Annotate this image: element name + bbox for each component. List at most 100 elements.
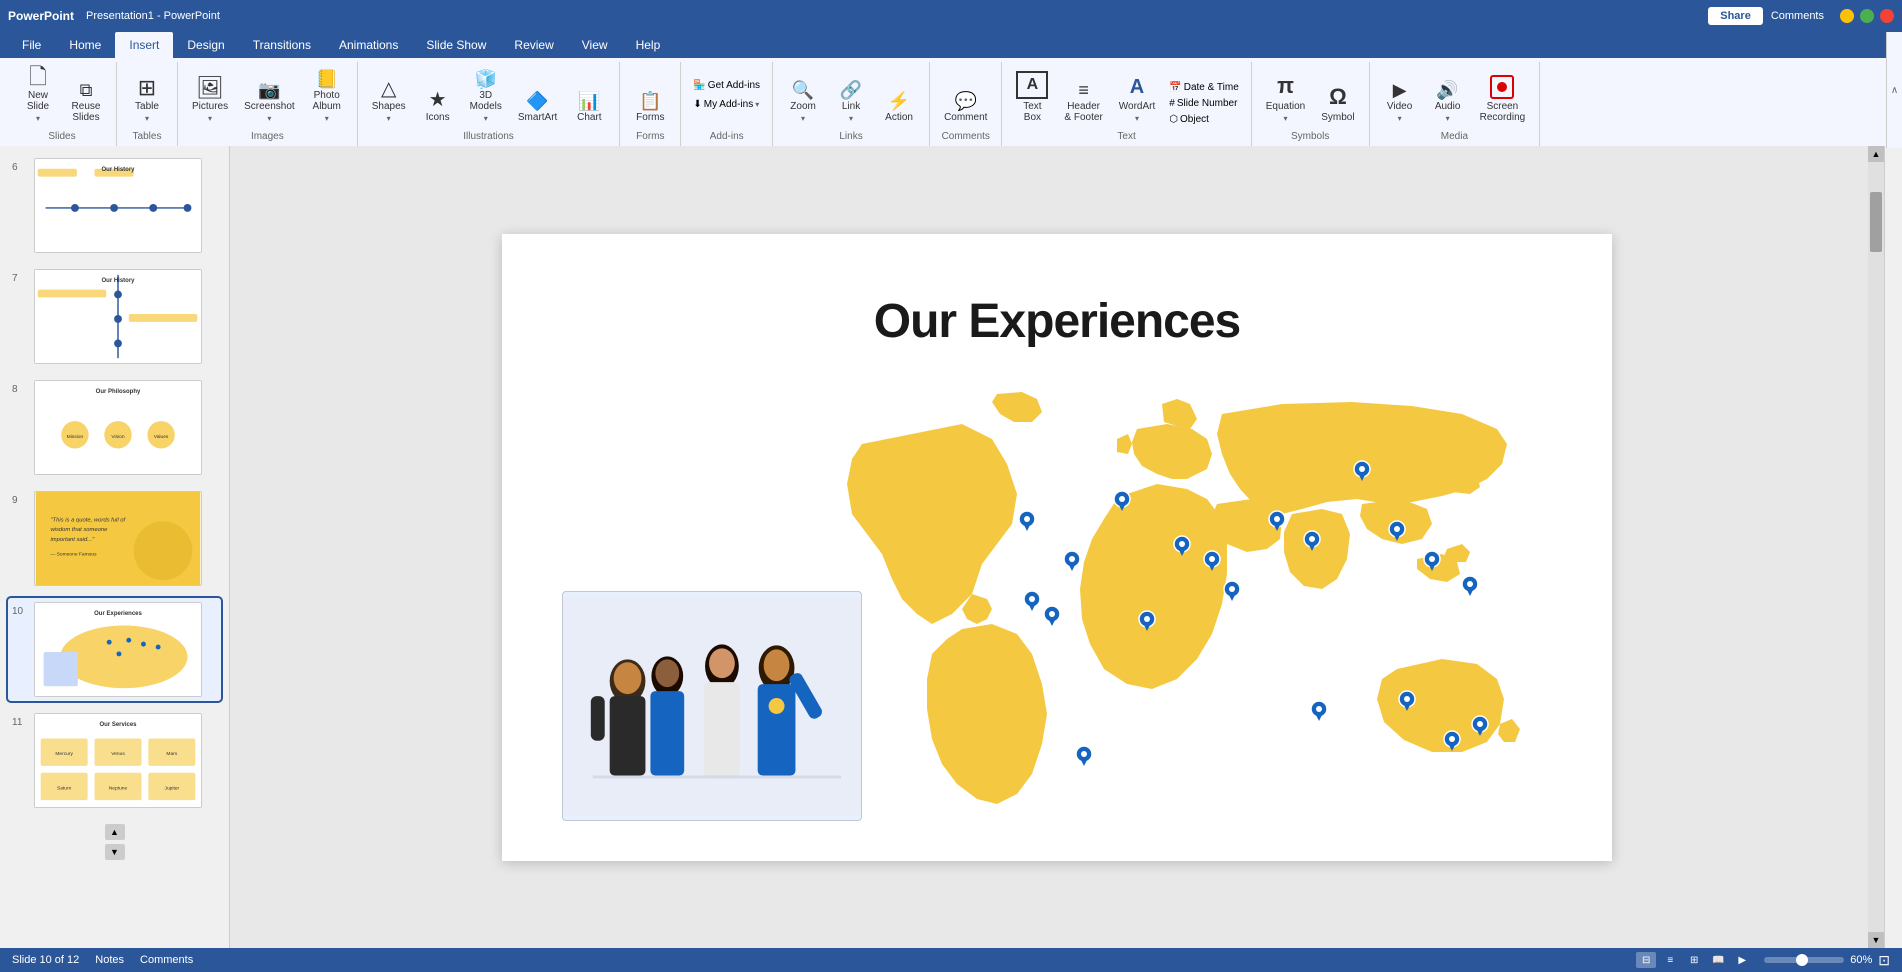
normal-view-button[interactable]: ⊟ [1636, 952, 1656, 968]
screenshot-button[interactable]: 📷 Screenshot ▾ [238, 77, 301, 127]
slide-thumb-6[interactable]: 6 Our History [8, 154, 221, 257]
slide-thumb-9[interactable]: 9 "This is a quote, words full of wisdom… [8, 487, 221, 590]
zoom-thumb [1796, 954, 1808, 966]
group-comments-label: Comments [942, 131, 990, 142]
zoom-fit-button[interactable]: ⊡ [1878, 952, 1890, 969]
date-time-button[interactable]: 📅 Date & Time [1165, 80, 1242, 95]
zoom-button[interactable]: 🔍 Zoom ▾ [781, 77, 825, 127]
group-tables: ⊞ Table ▾ Tables [117, 62, 178, 146]
object-button[interactable]: ⬡ Object [1165, 112, 1242, 127]
close-button[interactable] [1880, 9, 1894, 23]
group-text: A TextBox ≡ Header& Footer A WordArt ▾ 📅… [1002, 62, 1251, 146]
maximize-button[interactable] [1860, 9, 1874, 23]
my-add-ins-button[interactable]: ⬇ My Add-ins ▾ [689, 97, 763, 112]
scroll-up-arrow[interactable]: ▲ [1868, 146, 1884, 162]
object-icon: ⬡ [1169, 114, 1178, 125]
world-map [832, 384, 1552, 834]
outline-view-button[interactable]: ≡ [1660, 952, 1680, 968]
tab-view[interactable]: View [568, 32, 622, 58]
file-name: Presentation1 - PowerPoint [86, 10, 220, 22]
slide-sorter-button[interactable]: ⊞ [1684, 952, 1704, 968]
slide-thumb-10[interactable]: 10 Our Experiences [8, 598, 221, 701]
text-box-button[interactable]: A TextBox [1010, 67, 1054, 127]
share-button[interactable]: Share [1708, 7, 1763, 25]
scroll-down-arrow[interactable]: ▼ [1868, 932, 1884, 948]
slide-thumb-11[interactable]: 11 Our Services Mercury Venus Mars Sa [8, 709, 221, 812]
status-right: ⊟ ≡ ⊞ 📖 ▶ 60% ⊡ [1636, 952, 1890, 969]
new-slide-button[interactable]: 🗋 NewSlide ▾ [16, 62, 60, 127]
slide-thumb-8[interactable]: 8 Our Philosophy Mission Vision Values [8, 376, 221, 479]
group-symbols-label: Symbols [1291, 131, 1329, 142]
main-area: Our Experiences [230, 146, 1884, 948]
pictures-button[interactable]: 🖼 Pictures ▾ [186, 73, 234, 127]
chart-icon: 📊 [578, 92, 600, 110]
shapes-button[interactable]: △ Shapes ▾ [366, 75, 412, 127]
forms-button[interactable]: 📋 Forms [628, 88, 672, 127]
group-text-label: Text [1117, 131, 1135, 142]
video-button[interactable]: ▶ Video ▾ [1378, 77, 1422, 127]
slide-num-9: 9 [12, 495, 26, 506]
tab-review[interactable]: Review [500, 32, 567, 58]
group-addins: 🏪 Get Add-ins ⬇ My Add-ins ▾ Add-ins [681, 62, 773, 146]
notes-button[interactable]: Notes [95, 954, 124, 966]
photo-album-button[interactable]: 📒 PhotoAlbum ▾ [305, 66, 349, 127]
tab-file[interactable]: File [8, 32, 55, 58]
map-pin-15 [1462, 576, 1478, 596]
minimize-button[interactable] [1840, 9, 1854, 23]
slide-title: Our Experiences [502, 294, 1612, 349]
date-time-icon: 📅 [1169, 82, 1181, 93]
svg-text:Neptune: Neptune [109, 785, 128, 791]
scroll-thumb[interactable] [1870, 192, 1882, 252]
audio-icon: 🔊 [1436, 81, 1458, 99]
zoom-slider[interactable] [1764, 957, 1844, 963]
comments-button[interactable]: Comments [1771, 10, 1824, 22]
slide-scroll-up[interactable]: ▲ [105, 824, 125, 840]
photo-album-icon: 📒 [316, 70, 338, 88]
slide-num-6: 6 [12, 162, 26, 173]
3d-models-button[interactable]: 🧊 3DModels ▾ [464, 66, 508, 127]
title-bar-right: Share Comments [1708, 7, 1894, 25]
main-scrollbar[interactable]: ▲ ▼ [1868, 146, 1884, 948]
slide-thumb-7[interactable]: 7 Our History [8, 265, 221, 368]
slide-panel[interactable]: 6 Our History 7 [0, 146, 230, 948]
equation-button[interactable]: π Equation ▾ [1260, 69, 1311, 127]
chart-button[interactable]: 📊 Chart [567, 88, 611, 127]
svg-text:Saturn: Saturn [57, 785, 72, 791]
comment-button[interactable]: 💬 Comment [938, 88, 993, 127]
group-forms-label: Forms [636, 131, 664, 142]
tab-transitions[interactable]: Transitions [239, 32, 325, 58]
table-button[interactable]: ⊞ Table ▾ [125, 73, 169, 127]
screen-recording-button[interactable]: ScreenRecording [1474, 71, 1532, 127]
link-button[interactable]: 🔗 Link ▾ [829, 77, 873, 127]
wordart-button[interactable]: A WordArt ▾ [1113, 72, 1162, 127]
reuse-slides-button[interactable]: ⧉ ReuseSlides [64, 77, 108, 127]
comments-status[interactable]: Comments [140, 954, 193, 966]
tab-home[interactable]: Home [55, 32, 115, 58]
reading-view-button[interactable]: 📖 [1708, 952, 1728, 968]
forms-icon: 📋 [639, 92, 661, 110]
tab-slideshow[interactable]: Slide Show [412, 32, 500, 58]
group-images-label: Images [251, 131, 284, 142]
map-pin-3 [1024, 591, 1040, 611]
tab-design[interactable]: Design [173, 32, 238, 58]
header-footer-button[interactable]: ≡ Header& Footer [1058, 77, 1108, 127]
action-button[interactable]: ⚡ Action [877, 88, 921, 127]
screen-recording-icon [1490, 75, 1514, 99]
svg-text:Values: Values [154, 434, 169, 440]
right-panel [1884, 146, 1902, 948]
icons-button[interactable]: ★ Icons [416, 86, 460, 127]
slide-scroll-down[interactable]: ▼ [105, 844, 125, 860]
svg-text:Venus: Venus [111, 751, 125, 757]
symbol-button[interactable]: Ω Symbol [1315, 80, 1360, 127]
collapse-ribbon-button[interactable]: ∧ [1886, 32, 1902, 148]
get-add-ins-icon: 🏪 [693, 80, 705, 91]
audio-button[interactable]: 🔊 Audio ▾ [1426, 77, 1470, 127]
tab-help[interactable]: Help [622, 32, 675, 58]
slide-number-button[interactable]: # Slide Number [1165, 96, 1242, 111]
smartart-button[interactable]: 🔷 SmartArt [512, 88, 563, 127]
tab-animations[interactable]: Animations [325, 32, 412, 58]
map-pin-8 [1224, 581, 1240, 601]
slideshow-button[interactable]: ▶ [1732, 952, 1752, 968]
tab-insert[interactable]: Insert [115, 32, 173, 58]
get-add-ins-button[interactable]: 🏪 Get Add-ins [689, 78, 764, 93]
